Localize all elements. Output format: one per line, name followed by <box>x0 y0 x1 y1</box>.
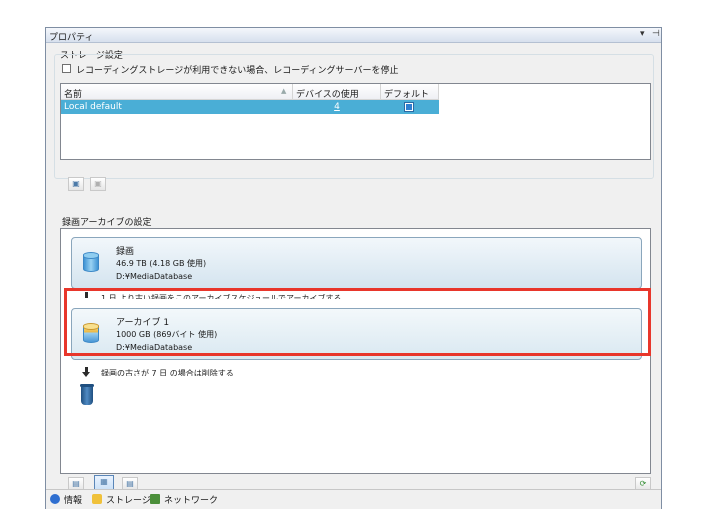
bottom-tabs: 情報 ストレージ ネットワーク <box>46 489 661 509</box>
panel-titlebar: プロパティ ▾ ⊣ <box>46 28 661 43</box>
trash-icon <box>80 384 94 406</box>
storage-grid: 名前 ▲ デバイスの使用 デフォルト Local default 4 <box>60 83 651 160</box>
column-header-name[interactable]: 名前 ▲ <box>61 84 293 100</box>
database-icon <box>83 252 99 274</box>
column-header-devices[interactable]: デバイスの使用 <box>293 84 381 100</box>
row-devices[interactable]: 4 <box>293 100 381 114</box>
stop-server-checkbox[interactable] <box>62 64 71 73</box>
recording-card[interactable]: 録画 46.9 TB (4.18 GB 使用) D:¥MediaDatabase <box>71 237 642 289</box>
info-icon <box>50 494 60 504</box>
highlight-box <box>64 288 651 356</box>
tab-storage[interactable]: ストレージ <box>92 493 151 507</box>
dropdown-icon[interactable]: ▾ <box>640 29 645 39</box>
sort-arrow-icon: ▲ <box>281 87 287 95</box>
row-name: Local default <box>64 102 122 112</box>
network-icon <box>150 494 160 504</box>
tab-info[interactable]: 情報 <box>50 493 82 507</box>
delete-rule-text[interactable]: 録画の古さが 7 日 の場合は削除する <box>101 368 301 376</box>
properties-panel: プロパティ ▾ ⊣ ストレージ設定 レコーディングストレージが利用できない場合、… <box>45 27 662 509</box>
stop-server-label: レコーディングストレージが利用できない場合、レコーディングサーバーを停止 <box>76 66 399 76</box>
storage-icon <box>92 494 102 504</box>
recording-title: 録画 <box>116 247 135 257</box>
panel-title: プロパティ <box>49 33 94 43</box>
properties-content: ストレージ設定 レコーディングストレージが利用できない場合、レコーディングサーバ… <box>46 44 661 492</box>
archive-section-label: 録画アーカイブの設定 <box>62 218 152 228</box>
arrow-shaft <box>85 367 88 373</box>
tab-network[interactable]: ネットワーク <box>150 493 218 507</box>
column-header-default[interactable]: デフォルト <box>381 84 439 100</box>
pin-icon[interactable]: ⊣ <box>652 29 660 39</box>
add-storage-button[interactable]: ▣ <box>68 177 84 191</box>
recording-path: D:¥MediaDatabase <box>116 272 193 281</box>
row-default-checkbox[interactable] <box>404 102 414 112</box>
table-row[interactable]: Local default 4 <box>61 100 439 114</box>
remove-storage-button[interactable]: ▣ <box>90 177 106 191</box>
recording-size: 46.9 TB (4.18 GB 使用) <box>116 259 207 268</box>
